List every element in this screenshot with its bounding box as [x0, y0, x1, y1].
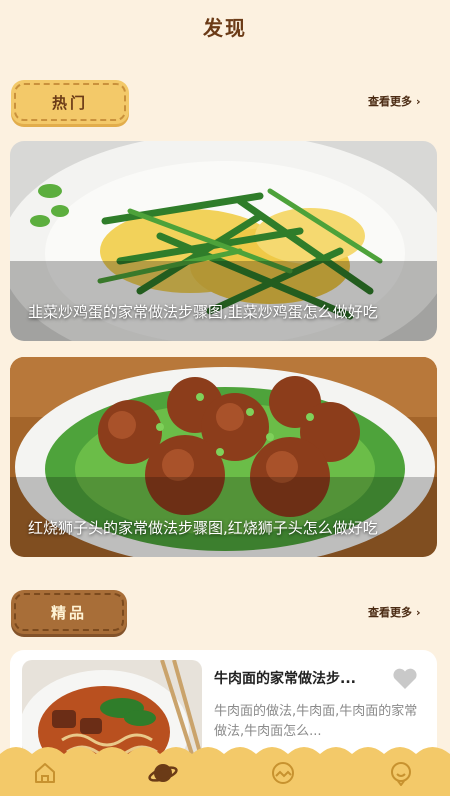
tab-discover[interactable] — [148, 758, 178, 788]
chevron-right-icon: › — [416, 94, 421, 108]
see-more-label: 查看更多 — [368, 95, 412, 108]
tab-gallery[interactable] — [268, 758, 298, 788]
recipe-card-caption: 韭菜炒鸡蛋的家常做法步骤图,韭菜炒鸡蛋怎么做好吃 — [28, 303, 378, 321]
tab-profile[interactable] — [386, 758, 416, 788]
recipe-card-chive-egg[interactable]: 韭菜炒鸡蛋的家常做法步骤图,韭菜炒鸡蛋怎么做好吃 — [10, 141, 437, 341]
bottom-tab-bar — [0, 744, 450, 796]
featured-item-title: 牛肉面的家常做法步... — [214, 671, 356, 687]
featured-see-more-link[interactable]: 查看更多 › — [368, 604, 421, 620]
recipe-card-caption: 红烧狮子头的家常做法步骤图,红烧狮子头怎么做好吃 — [28, 519, 378, 537]
tab-home[interactable] — [30, 758, 60, 788]
hot-see-more-link[interactable]: 查看更多 › — [368, 93, 421, 109]
recipe-card-lion-head[interactable]: 红烧狮子头的家常做法步骤图,红烧狮子头怎么做好吃 — [10, 357, 437, 557]
profile-icon — [391, 762, 411, 786]
planet-icon — [148, 764, 178, 782]
hot-section-label: 热门 — [14, 83, 126, 121]
page-title: 发现 — [203, 16, 247, 40]
featured-section-label: 精品 — [14, 593, 124, 631]
chevron-right-icon: › — [416, 605, 421, 619]
featured-item-description: 牛肉面的做法,牛肉面,牛肉面的家常做法,牛肉面怎么... — [214, 704, 418, 739]
picture-icon — [272, 762, 294, 784]
heart-icon[interactable] — [392, 668, 418, 694]
see-more-label: 查看更多 — [368, 606, 412, 619]
home-icon — [35, 763, 55, 783]
